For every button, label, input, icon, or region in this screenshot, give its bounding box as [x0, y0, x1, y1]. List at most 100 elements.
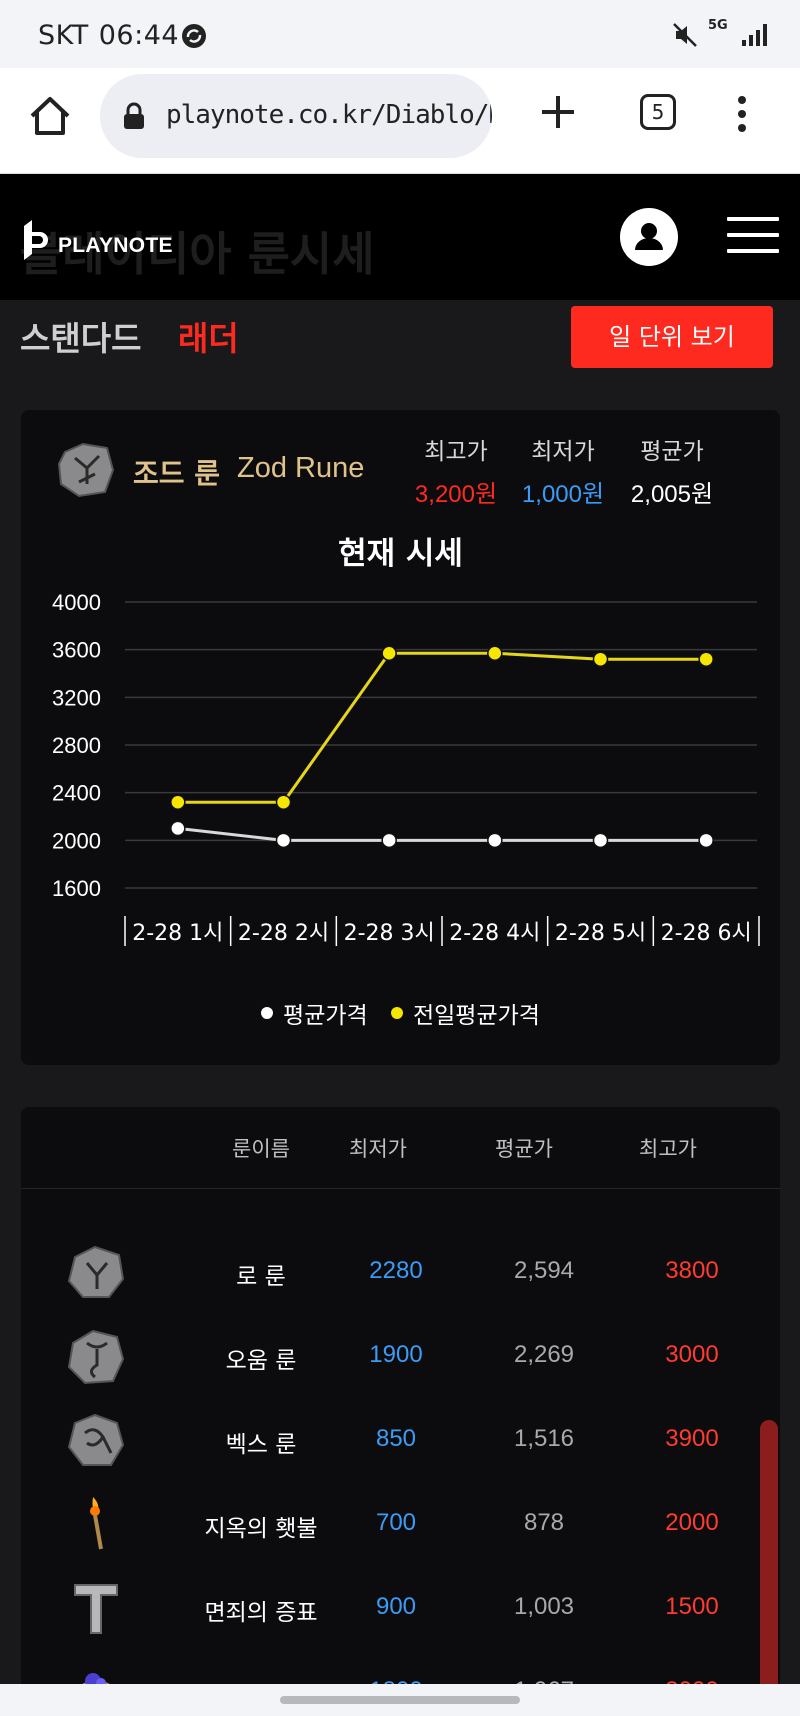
- ohm-rune-icon: [67, 1329, 125, 1385]
- row-avg: 1,516: [513, 1425, 575, 1452]
- mode-tabs: 스탠다드 래더 일 단위 보기: [0, 300, 800, 390]
- legend-dot-avg: [261, 1007, 274, 1019]
- browser-toolbar: playnote.co.kr/Diablo/Rur 5: [0, 68, 800, 174]
- hellfire-torch-icon: [90, 1497, 103, 1550]
- y-tick-label: 4000: [52, 590, 101, 615]
- playnote-logo[interactable]: PLAYNOTE: [20, 214, 173, 264]
- menu-hamburger-icon[interactable]: [727, 217, 779, 253]
- new-tab-icon[interactable]: [538, 92, 578, 132]
- data-point-avg: [381, 832, 397, 849]
- row-avg: 878: [523, 1509, 565, 1536]
- stat-max-value: 3,200원: [414, 481, 498, 508]
- header-max: 최고가: [639, 1137, 697, 1161]
- tab-standard[interactable]: 스탠다드: [20, 312, 141, 360]
- row-min: 2280: [369, 1257, 423, 1284]
- price-chart-card: 조드 룬 Zod Rune 최고가 3,200원 최저가 1,000원 평균가 …: [21, 410, 780, 1065]
- logo-text: PLAYNOTE: [58, 234, 173, 257]
- stat-avg-label: 평균가: [640, 439, 704, 465]
- data-point-prev-avg: [381, 645, 397, 661]
- home-gesture-handle[interactable]: [280, 1696, 520, 1704]
- y-tick-label: 2800: [52, 733, 101, 758]
- data-point-avg: [170, 820, 186, 837]
- token-of-absolution-icon: [74, 1584, 118, 1634]
- header-min: 최저가: [349, 1137, 407, 1161]
- system-nav-bar: [0, 1684, 800, 1716]
- table-row[interactable]: 벡스 룬 850 1,516 3900: [21, 1399, 780, 1483]
- stat-max-label: 최고가: [424, 439, 488, 465]
- data-point-avg: [275, 832, 292, 849]
- table-header: 룬이름 최저가 평균가 최고가: [21, 1107, 780, 1189]
- chart-legend: 평균가격 전일평균가격: [21, 996, 780, 1030]
- y-tick-label: 2000: [52, 828, 101, 853]
- x-tick-label: 2-28 4시: [449, 921, 540, 946]
- table-row[interactable]: 로 룬 2280 2,594 3800: [21, 1231, 780, 1315]
- header-avg: 평균가: [495, 1137, 553, 1161]
- data-point-avg: [698, 832, 714, 849]
- data-point-prev-avg: [487, 645, 503, 661]
- stat-avg-value: 2,005원: [630, 481, 714, 508]
- row-min: 850: [375, 1425, 417, 1452]
- data-point-avg: [592, 832, 609, 849]
- signal-icon: [742, 24, 767, 46]
- tab-ladder[interactable]: 래더: [178, 312, 239, 360]
- row-min: 900: [375, 1593, 417, 1620]
- price-line-chart: 4000 3600 3200 2800 2400 2000 1600 2-28 1시 2-28 …: [52, 590, 760, 946]
- logo-mark-icon: [24, 220, 48, 260]
- more-menu-icon[interactable]: [732, 94, 752, 134]
- row-max: 3800: [665, 1257, 719, 1284]
- url-text: playnote.co.kr/Diablo/Rur: [166, 100, 492, 130]
- row-avg: 2,269: [513, 1341, 575, 1368]
- stat-min-value: 1,000원: [521, 481, 605, 508]
- row-max: 3000: [665, 1341, 719, 1368]
- network-type: 5G: [708, 18, 728, 33]
- y-tick-label: 3600: [52, 638, 101, 663]
- user-account-button[interactable]: [620, 208, 678, 266]
- status-carrier: SKT 06:44: [38, 20, 179, 51]
- stat-avg-price: 평균가 2,005원: [617, 432, 727, 509]
- row-avg: 1,003: [513, 1593, 575, 1620]
- home-icon[interactable]: [28, 94, 72, 138]
- vex-rune-icon: [67, 1413, 125, 1466]
- x-tick-label: 2-28 2시: [238, 921, 329, 946]
- row-min: 700: [375, 1509, 417, 1536]
- scrollbar[interactable]: [760, 1420, 778, 1710]
- address-bar[interactable]: playnote.co.kr/Diablo/Rur: [100, 74, 492, 158]
- table-row[interactable]: 요르단 반지 1800 1,967 3000: [21, 1651, 780, 1687]
- price-table: 룬이름 최저가 평균가 최고가 로 룬 2280 2,594 3800 오움 룬…: [21, 1107, 780, 1687]
- rune-name-english: Zod Rune: [237, 452, 365, 484]
- site-header: 블레이디아 룬시세 PLAYNOTE: [0, 174, 800, 300]
- y-tick-label: 3200: [52, 685, 101, 710]
- y-tick-label: 2400: [52, 781, 101, 806]
- tab-switcher-button[interactable]: 5: [640, 94, 676, 130]
- daily-view-button[interactable]: 일 단위 보기: [571, 306, 773, 368]
- legend-label-prev-avg: 전일평균가격: [412, 1003, 540, 1029]
- row-max: 3900: [665, 1425, 719, 1452]
- y-tick-label: 1600: [52, 876, 101, 901]
- carrier-name: SKT: [38, 20, 89, 51]
- x-tick-label: 2-28 3시: [344, 921, 435, 946]
- table-row[interactable]: 면죄의 증표 900 1,003 1500: [21, 1567, 780, 1651]
- data-point-prev-avg: [275, 794, 292, 810]
- table-row[interactable]: 오움 룬 1900 2,269 3000: [21, 1315, 780, 1399]
- row-max: 2000: [665, 1509, 719, 1536]
- legend-item-avg[interactable]: 평균가격: [261, 996, 368, 1030]
- table-row[interactable]: 지옥의 횃불 700 878 2000: [21, 1483, 780, 1567]
- user-icon: [635, 223, 663, 250]
- row-avg: 2,594: [513, 1257, 575, 1284]
- status-time: 06:44: [98, 20, 180, 51]
- row-max: 1500: [665, 1593, 719, 1620]
- x-tick-label: 2-28 1시: [132, 921, 223, 946]
- row-min: 1900: [369, 1341, 423, 1368]
- legend-label-avg: 평균가격: [283, 1003, 368, 1029]
- data-point-avg: [487, 832, 503, 849]
- data-point-prev-avg: [170, 794, 186, 810]
- sync-icon: [182, 24, 206, 48]
- stat-min-label: 최저가: [531, 439, 595, 465]
- zod-rune-icon: [57, 442, 115, 498]
- stat-min-price: 최저가 1,000원: [509, 432, 617, 509]
- lo-rune-icon: [67, 1245, 125, 1298]
- lock-icon: [124, 102, 144, 129]
- legend-item-prev-avg[interactable]: 전일평균가격: [390, 996, 540, 1030]
- series-line-avg: [177, 826, 707, 842]
- series-line-prev-avg: [177, 651, 707, 804]
